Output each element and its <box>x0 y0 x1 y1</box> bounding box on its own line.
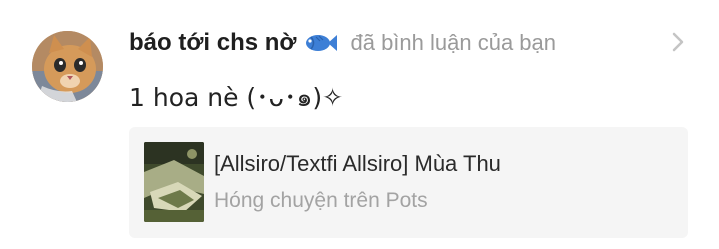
story-title: [Allsiro/Textfi Allsiro] Mùa Thu <box>214 151 501 176</box>
notification-item[interactable]: báo tới chs nờ đã bình luận của bạn 1 ho… <box>0 0 719 249</box>
action-text: đã bình luận của bạn <box>350 30 556 55</box>
notification-header: báo tới chs nờ đã bình luận của bạn <box>129 27 556 59</box>
story-cover-image <box>144 142 204 222</box>
username[interactable]: báo tới chs nờ <box>129 29 296 57</box>
story-subtitle: Hóng chuyện trên Pots <box>214 189 428 212</box>
user-avatar[interactable] <box>32 31 103 102</box>
story-card[interactable]: [Allsiro/Textfi Allsiro] Mùa Thu Hóng ch… <box>129 127 688 238</box>
fish-icon <box>304 32 338 54</box>
comment-text: 1 hoa nè (･ᴗ･๑)✧ <box>129 83 344 112</box>
cat-avatar-icon <box>32 31 103 102</box>
chevron-right-icon[interactable] <box>668 30 688 54</box>
